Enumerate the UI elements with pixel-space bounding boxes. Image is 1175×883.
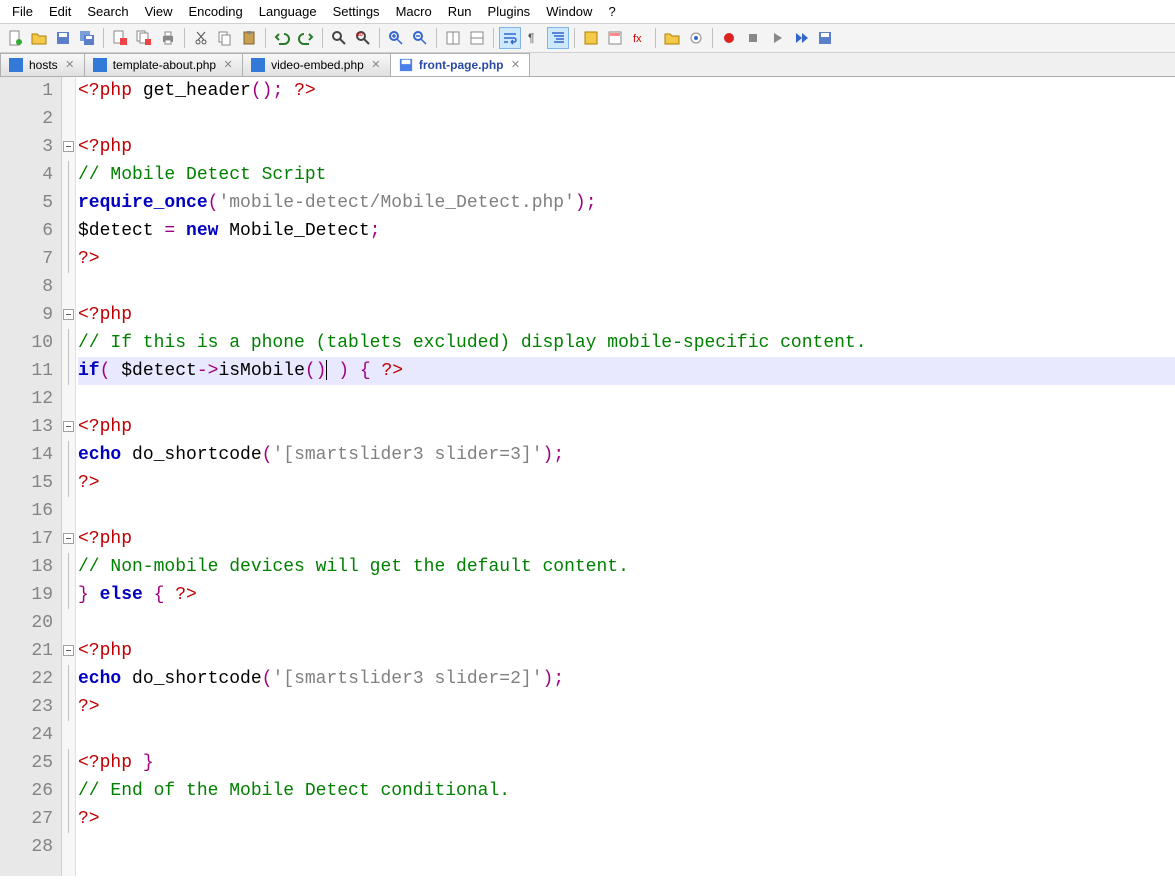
tab-label: hosts: [29, 58, 58, 72]
print-button[interactable]: [157, 27, 179, 49]
menu-window[interactable]: Window: [540, 2, 598, 21]
undo-button[interactable]: [271, 27, 293, 49]
sync-h-button[interactable]: [466, 27, 488, 49]
lang-button[interactable]: [580, 27, 602, 49]
func-list-button[interactable]: fx: [628, 27, 650, 49]
close-icon[interactable]: ✕: [64, 59, 76, 71]
tab-template-about-php[interactable]: template-about.php ✕: [84, 53, 243, 76]
code-line[interactable]: <?php: [78, 413, 1175, 441]
close-button[interactable]: [109, 27, 131, 49]
code-line[interactable]: $detect = new Mobile_Detect;: [78, 217, 1175, 245]
open-button[interactable]: [28, 27, 50, 49]
zoom-in-button[interactable]: [385, 27, 407, 49]
code-line[interactable]: <?php: [78, 525, 1175, 553]
menu-macro[interactable]: Macro: [390, 2, 438, 21]
code-line[interactable]: [78, 721, 1175, 749]
code-line[interactable]: echo do_shortcode('[smartslider3 slider=…: [78, 441, 1175, 469]
close-icon[interactable]: ✕: [222, 59, 234, 71]
svg-text:fx: fx: [633, 33, 642, 45]
code-line[interactable]: <?php get_header(); ?>: [78, 77, 1175, 105]
play-multi-button[interactable]: [790, 27, 812, 49]
redo-button[interactable]: [295, 27, 317, 49]
menu-[interactable]: ?: [602, 2, 621, 21]
tab-label: video-embed.php: [271, 58, 364, 72]
replace-button[interactable]: ab: [352, 27, 374, 49]
monitor-button[interactable]: [685, 27, 707, 49]
menu-plugins[interactable]: Plugins: [482, 2, 537, 21]
fold-column[interactable]: [62, 77, 76, 876]
code-line[interactable]: ?>: [78, 693, 1175, 721]
menu-file[interactable]: File: [6, 2, 39, 21]
close-all-button[interactable]: [133, 27, 155, 49]
code-line[interactable]: <?php: [78, 133, 1175, 161]
copy-button[interactable]: [214, 27, 236, 49]
code-line[interactable]: [78, 273, 1175, 301]
play-button[interactable]: [766, 27, 788, 49]
wrap-button[interactable]: [499, 27, 521, 49]
new-button[interactable]: [4, 27, 26, 49]
tab-label: front-page.php: [419, 58, 504, 72]
code-line[interactable]: [78, 105, 1175, 133]
code-line[interactable]: ?>: [78, 805, 1175, 833]
svg-text:¶: ¶: [528, 31, 534, 45]
disk-icon: [399, 58, 413, 72]
close-icon[interactable]: ✕: [370, 59, 382, 71]
code-line[interactable]: // Mobile Detect Script: [78, 161, 1175, 189]
file-icon: [93, 58, 107, 72]
close-icon[interactable]: ✕: [509, 59, 521, 71]
stop-button[interactable]: [742, 27, 764, 49]
code-line[interactable]: ?>: [78, 469, 1175, 497]
cut-button[interactable]: [190, 27, 212, 49]
code-line[interactable]: // End of the Mobile Detect conditional.: [78, 777, 1175, 805]
menu-encoding[interactable]: Encoding: [183, 2, 249, 21]
code-line[interactable]: if( $detect->isMobile() ) { ?>: [78, 357, 1175, 385]
find-button[interactable]: [328, 27, 350, 49]
code-line[interactable]: <?php }: [78, 749, 1175, 777]
menu-view[interactable]: View: [139, 2, 179, 21]
menu-language[interactable]: Language: [253, 2, 323, 21]
paste-button[interactable]: [238, 27, 260, 49]
code-line[interactable]: [78, 833, 1175, 861]
code-line[interactable]: ?>: [78, 245, 1175, 273]
editor: 1234567891011121314151617181920212223242…: [0, 77, 1175, 876]
code-line[interactable]: <?php: [78, 301, 1175, 329]
code-line[interactable]: } else { ?>: [78, 581, 1175, 609]
file-icon: [251, 58, 265, 72]
menu-search[interactable]: Search: [81, 2, 134, 21]
menu-edit[interactable]: Edit: [43, 2, 77, 21]
code-line[interactable]: // Non-mobile devices will get the defau…: [78, 553, 1175, 581]
toolbar: ab ¶ fx: [0, 24, 1175, 53]
indent-guide-button[interactable]: [547, 27, 569, 49]
all-chars-button[interactable]: ¶: [523, 27, 545, 49]
code-line[interactable]: [78, 609, 1175, 637]
save-button[interactable]: [52, 27, 74, 49]
tab-front-page-php[interactable]: front-page.php ✕: [390, 53, 531, 76]
code-line[interactable]: require_once('mobile-detect/Mobile_Detec…: [78, 189, 1175, 217]
rec-button[interactable]: [718, 27, 740, 49]
svg-text:ab: ab: [356, 32, 363, 38]
code-line[interactable]: [78, 497, 1175, 525]
tabbar: hosts✕template-about.php✕video-embed.php…: [0, 53, 1175, 77]
save-all-button[interactable]: [76, 27, 98, 49]
menu-run[interactable]: Run: [442, 2, 478, 21]
code-line[interactable]: [78, 385, 1175, 413]
sync-v-button[interactable]: [442, 27, 464, 49]
file-icon: [9, 58, 23, 72]
line-number-gutter: 1234567891011121314151617181920212223242…: [0, 77, 62, 876]
menu-settings[interactable]: Settings: [327, 2, 386, 21]
code-area[interactable]: <?php get_header(); ?> <?php// Mobile De…: [76, 77, 1175, 876]
menubar: FileEditSearch ViewEncodingLanguageSettin…: [0, 0, 1175, 24]
folder-button[interactable]: [661, 27, 683, 49]
tab-hosts[interactable]: hosts ✕: [0, 53, 85, 76]
tab-video-embed-php[interactable]: video-embed.php ✕: [242, 53, 391, 76]
code-line[interactable]: echo do_shortcode('[smartslider3 slider=…: [78, 665, 1175, 693]
code-line[interactable]: // If this is a phone (tablets excluded)…: [78, 329, 1175, 357]
tab-label: template-about.php: [113, 58, 216, 72]
doc-map-button[interactable]: [604, 27, 626, 49]
zoom-out-button[interactable]: [409, 27, 431, 49]
save-macro-button[interactable]: [814, 27, 836, 49]
code-line[interactable]: <?php: [78, 637, 1175, 665]
